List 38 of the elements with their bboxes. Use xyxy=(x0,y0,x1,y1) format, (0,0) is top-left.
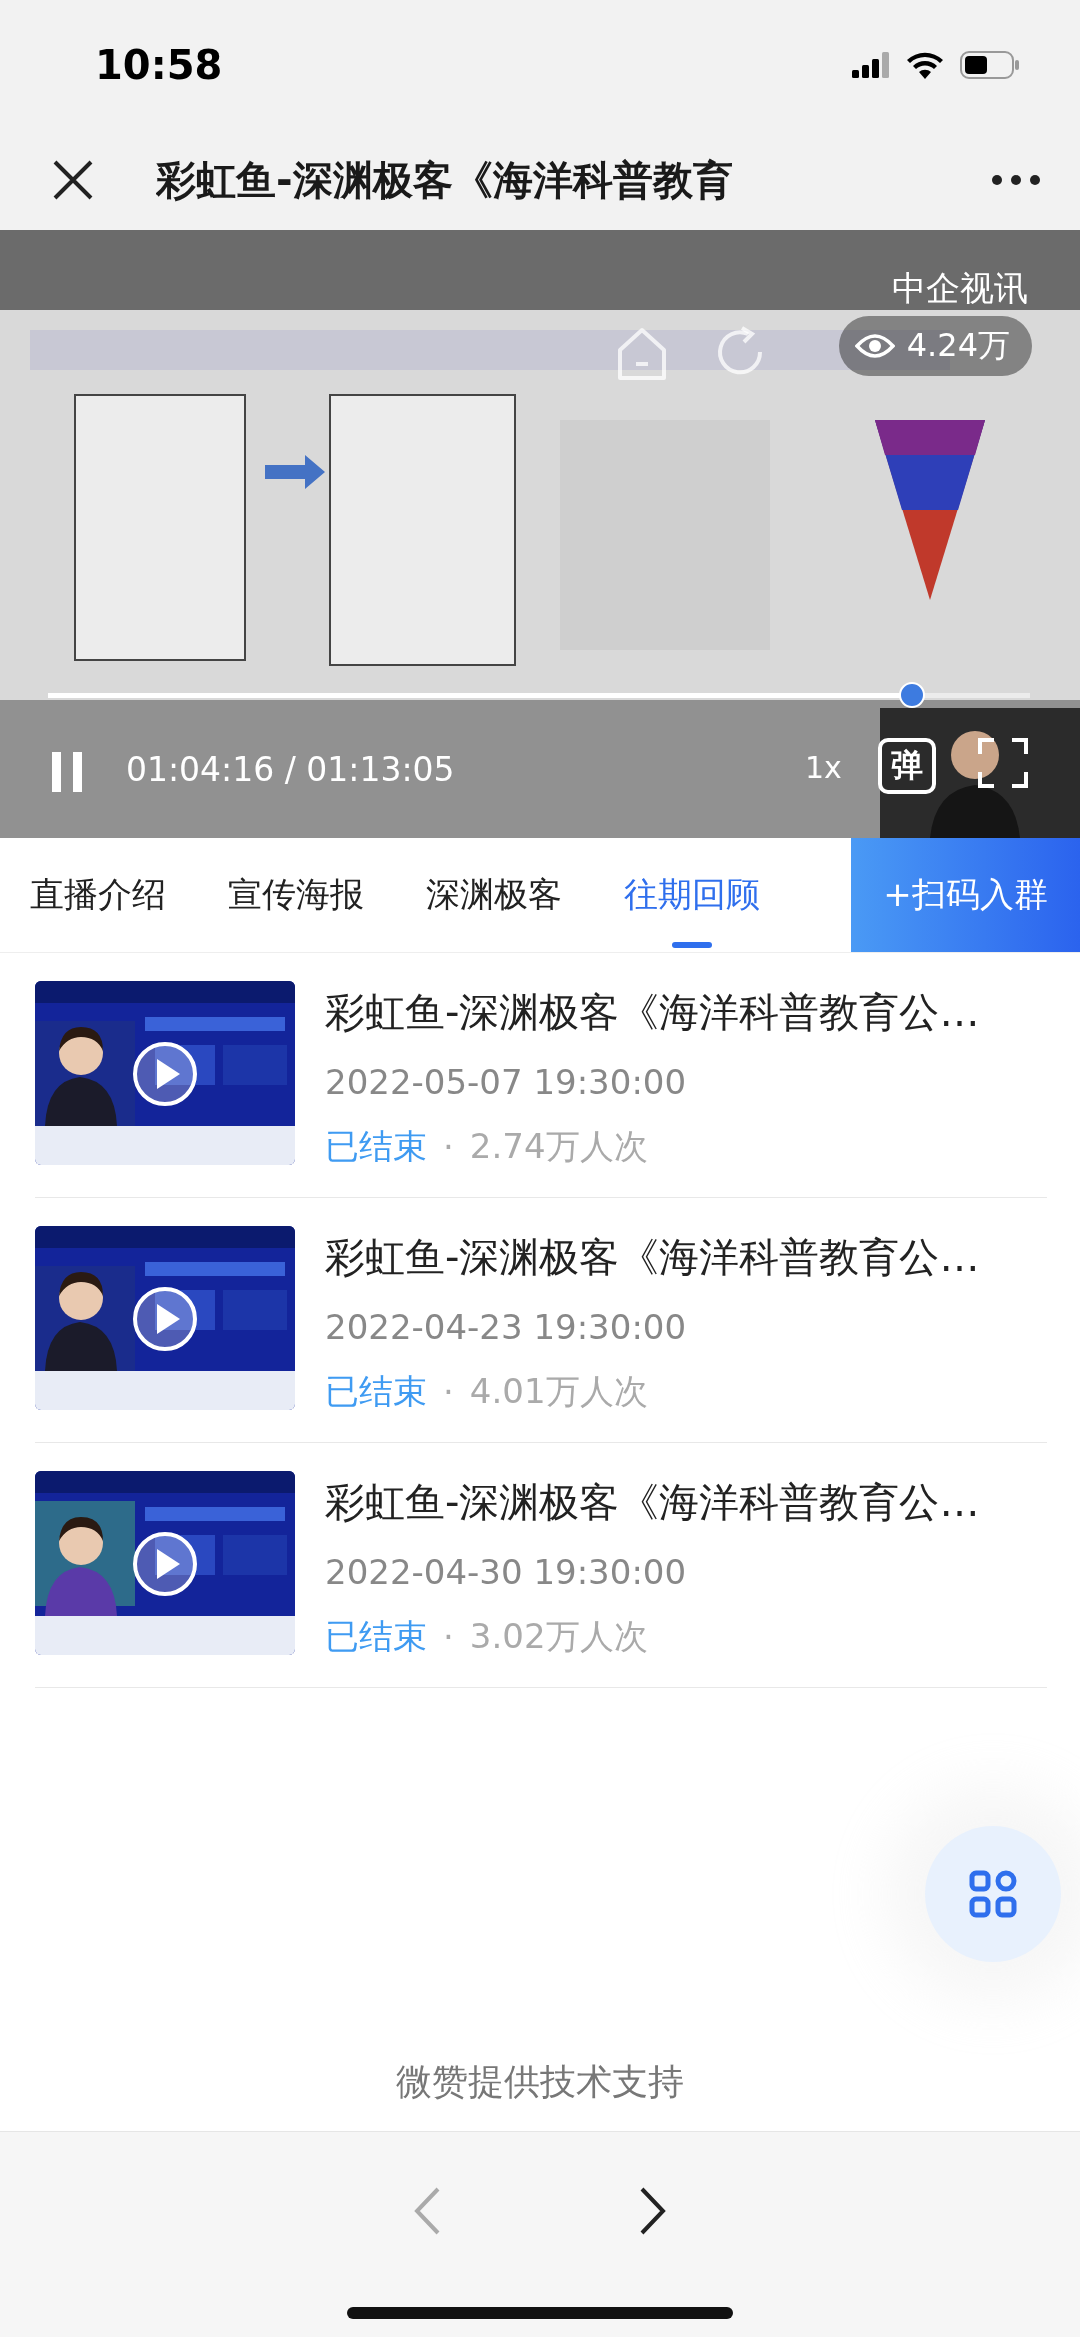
battery-icon xyxy=(960,51,1020,79)
view-count: 4.24万 xyxy=(838,316,1032,376)
separator-dot: · xyxy=(443,1617,454,1657)
replay-views: 2.74万人次 xyxy=(469,1125,648,1168)
tab[interactable]: 直播介绍 xyxy=(30,838,166,952)
replay-status: 已结束 xyxy=(325,1615,427,1658)
pause-icon[interactable] xyxy=(52,752,82,792)
playback-time: 01:04:16 / 01:13:05 xyxy=(126,750,455,789)
clock-time: 10:58 xyxy=(95,42,223,88)
replay-date: 2022-04-30 19:30:00 xyxy=(325,1552,688,1592)
channel-name: 中企视讯 xyxy=(892,267,1028,310)
replay-date: 2022-05-07 19:30:00 xyxy=(325,1062,688,1102)
replay-views: 3.02万人次 xyxy=(469,1615,648,1658)
replay-title[interactable]: 彩虹鱼-深渊极客《海洋科普教育公… xyxy=(325,1230,980,1285)
play-icon[interactable] xyxy=(132,1041,198,1107)
replay-status: 已结束 xyxy=(325,1370,427,1413)
tab[interactable]: 往期回顾 xyxy=(624,838,760,952)
tab[interactable]: 深渊极客 xyxy=(426,838,562,952)
wifi-icon xyxy=(906,51,944,79)
play-icon[interactable] xyxy=(132,1531,198,1597)
eye-icon xyxy=(854,332,895,360)
join-group-button[interactable]: +扫码入群 xyxy=(851,838,1080,952)
replay-title[interactable]: 彩虹鱼-深渊极客《海洋科普教育公… xyxy=(325,985,980,1040)
grid-icon xyxy=(969,1870,1017,1918)
play-icon[interactable] xyxy=(132,1286,198,1352)
footer-text: 微赞提供技术支持 xyxy=(396,2061,684,2102)
signal-icon xyxy=(852,52,890,78)
separator-dot: · xyxy=(443,1127,454,1167)
replay-title[interactable]: 彩虹鱼-深渊极客《海洋科普教育公… xyxy=(325,1475,980,1530)
fullscreen-icon[interactable] xyxy=(978,738,1028,788)
danmaku-button[interactable]: 弹 xyxy=(878,738,936,794)
separator-dot: · xyxy=(443,1372,454,1412)
close-icon[interactable] xyxy=(52,159,94,201)
replay-views: 4.01万人次 xyxy=(469,1370,648,1413)
replay-date: 2022-04-23 19:30:00 xyxy=(325,1307,688,1347)
replay-status: 已结束 xyxy=(325,1125,427,1168)
tab[interactable]: 宣传海报 xyxy=(228,838,364,952)
more-icon[interactable] xyxy=(992,175,1040,185)
